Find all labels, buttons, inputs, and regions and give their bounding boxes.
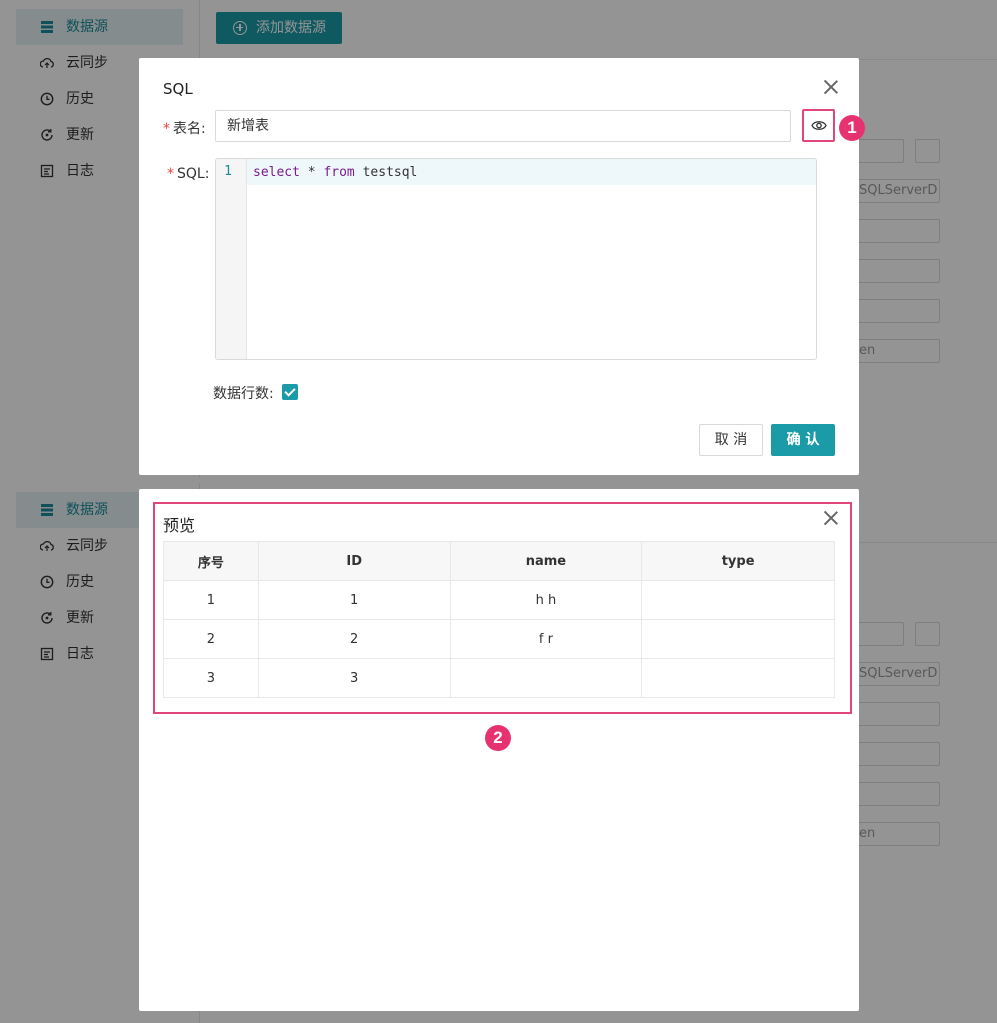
table-name-input[interactable]: 新增表: [215, 110, 791, 142]
preview-button[interactable]: [802, 109, 835, 142]
sql-editor[interactable]: 1 select * from testsql: [215, 158, 817, 360]
confirm-button[interactable]: 确 认: [771, 424, 835, 456]
table-row: 1 1 h h: [163, 580, 835, 620]
table-cell: 1: [257, 580, 451, 620]
table-cell: f r: [449, 619, 643, 659]
table-cell: 2: [257, 619, 451, 659]
line-number: 1: [224, 164, 232, 179]
table-header-row: 序号 ID name type: [163, 541, 835, 581]
table-name-label: * 表名:: [163, 121, 206, 137]
row-count-label: 数据行数:: [213, 386, 274, 402]
table-cell: [449, 658, 643, 698]
row-count-checkbox[interactable]: [282, 384, 298, 400]
step-badge: 1: [839, 115, 865, 141]
close-icon[interactable]: [823, 510, 839, 526]
close-icon[interactable]: [823, 79, 839, 95]
table-cell: [641, 580, 835, 620]
dialog-title: SQL: [163, 80, 193, 98]
table-cell: 1: [163, 580, 259, 620]
column-header: ID: [257, 541, 451, 581]
column-header: type: [641, 541, 835, 581]
sql-label: * SQL:: [167, 166, 210, 182]
eye-icon: [811, 121, 827, 130]
step-badge: 2: [485, 725, 511, 751]
table-cell: 3: [163, 658, 259, 698]
cancel-button[interactable]: 取 消: [699, 424, 763, 456]
table-cell: 2: [163, 619, 259, 659]
code-line: select * from testsql: [253, 165, 418, 180]
column-header: name: [449, 541, 643, 581]
table-cell: [641, 658, 835, 698]
column-header: 序号: [163, 541, 259, 581]
table-row: 2 2 f r: [163, 619, 835, 659]
table-row: 3 3: [163, 658, 835, 698]
table-cell: [641, 619, 835, 659]
table-cell: 3: [257, 658, 451, 698]
sql-dialog: SQL * 表名: 新增表 1 * SQL: 1 select * from tes…: [139, 58, 865, 475]
line-gutter: 1: [216, 159, 247, 359]
table-cell: h h: [449, 580, 643, 620]
preview-title: 预览: [163, 516, 196, 535]
preview-dialog: 预览 序号 ID name type 1 1 h h 2 2 f r 3 3 2: [139, 489, 859, 1011]
preview-table: 序号 ID name type 1 1 h h 2 2 f r 3 3: [163, 541, 835, 698]
